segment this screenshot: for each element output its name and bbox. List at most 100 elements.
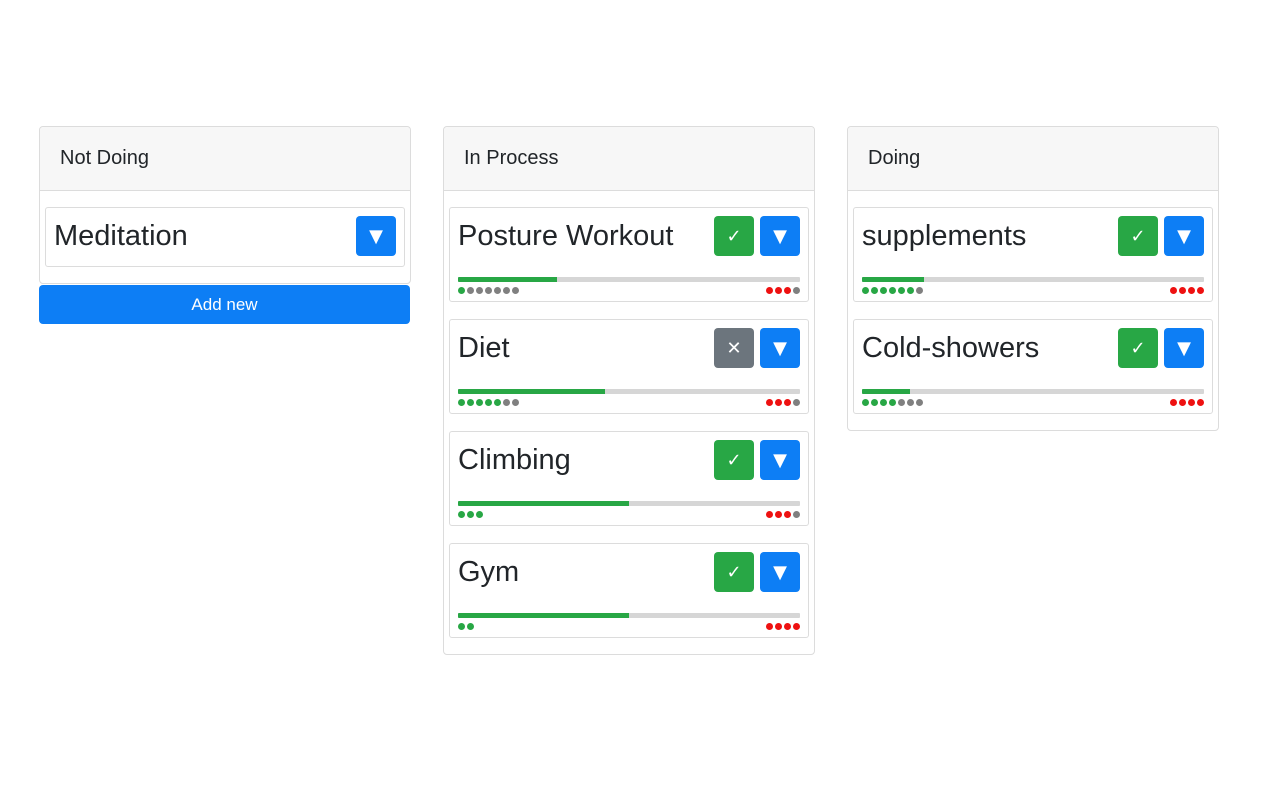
column-header: In Process bbox=[444, 127, 814, 191]
missed-dot bbox=[784, 399, 791, 406]
dropdown-button[interactable]: ▼ bbox=[1164, 216, 1204, 256]
progress-fill bbox=[458, 389, 606, 394]
dropdown-button[interactable]: ▼ bbox=[760, 440, 800, 480]
complete-button[interactable]: ✓ bbox=[714, 552, 754, 592]
done-dot bbox=[476, 511, 483, 518]
habit-title: Diet bbox=[458, 331, 510, 364]
progress-bar bbox=[862, 389, 1204, 394]
progress-fill bbox=[458, 613, 629, 618]
done-dot bbox=[880, 287, 887, 294]
complete-button[interactable]: ✓ bbox=[714, 440, 754, 480]
column-header: Doing bbox=[848, 127, 1218, 191]
progress-fill bbox=[458, 277, 558, 282]
progress-bar bbox=[862, 277, 1204, 282]
miss-dots bbox=[766, 623, 800, 630]
empty-dot bbox=[467, 287, 474, 294]
dropdown-button[interactable]: ▼ bbox=[1164, 328, 1204, 368]
empty-dot bbox=[916, 287, 923, 294]
caret-down-icon: ▼ bbox=[773, 225, 787, 247]
done-dot bbox=[907, 287, 914, 294]
history-dots bbox=[458, 399, 519, 406]
complete-button[interactable]: ✓ bbox=[714, 216, 754, 256]
missed-dot bbox=[1188, 287, 1195, 294]
habit-title: Climbing bbox=[458, 443, 571, 476]
caret-down-icon: ▼ bbox=[1177, 225, 1191, 247]
complete-button[interactable]: ✓ bbox=[1118, 328, 1158, 368]
progress-fill bbox=[862, 389, 910, 394]
card-actions: ✓ ▼ bbox=[714, 552, 800, 592]
card-header: Cold-showers ✓ ▼ bbox=[862, 328, 1204, 368]
done-dot bbox=[880, 399, 887, 406]
missed-dot bbox=[1170, 399, 1177, 406]
empty-dot bbox=[916, 399, 923, 406]
column-not-doing: Not Doing Meditation ▼ bbox=[39, 126, 411, 284]
complete-button[interactable]: ✓ bbox=[1118, 216, 1158, 256]
habit-card: Gym ✓ ▼ bbox=[449, 543, 809, 638]
done-dot bbox=[889, 287, 896, 294]
dropdown-button[interactable]: ▼ bbox=[760, 216, 800, 256]
empty-dot bbox=[898, 399, 905, 406]
progress-bar bbox=[458, 389, 800, 394]
miss-dots bbox=[766, 511, 800, 518]
check-icon: ✓ bbox=[1130, 337, 1146, 359]
habit-title: Cold-showers bbox=[862, 331, 1040, 364]
empty-dot bbox=[793, 511, 800, 518]
progress-bar bbox=[458, 277, 800, 282]
column-body: Posture Workout ✓ ▼ Diet ✕ ▼ Climbing ✓ ▼ Gym ✓ ▼ bbox=[444, 191, 814, 654]
column-in-process: In Process Posture Workout ✓ ▼ Diet ✕ ▼ Climbi… bbox=[443, 126, 815, 655]
habit-title: supplements bbox=[862, 219, 1027, 252]
empty-dot bbox=[494, 287, 501, 294]
habit-card: Meditation ▼ bbox=[45, 207, 405, 267]
habit-title: Meditation bbox=[54, 219, 188, 252]
column-title: In Process bbox=[464, 147, 559, 169]
done-dot bbox=[485, 399, 492, 406]
progress-fill bbox=[862, 277, 924, 282]
streak-indicators bbox=[458, 510, 800, 519]
empty-dot bbox=[512, 399, 519, 406]
done-dot bbox=[467, 399, 474, 406]
card-header: supplements ✓ ▼ bbox=[862, 216, 1204, 256]
missed-dot bbox=[1179, 287, 1186, 294]
dropdown-button[interactable]: ▼ bbox=[760, 328, 800, 368]
done-dot bbox=[898, 287, 905, 294]
missed-dot bbox=[766, 287, 773, 294]
miss-dots bbox=[766, 287, 800, 294]
caret-down-icon: ▼ bbox=[1177, 337, 1191, 359]
caret-down-icon: ▼ bbox=[773, 561, 787, 583]
done-dot bbox=[871, 287, 878, 294]
history-dots bbox=[458, 511, 483, 518]
done-dot bbox=[458, 511, 465, 518]
done-dot bbox=[458, 623, 465, 630]
missed-dot bbox=[775, 623, 782, 630]
missed-dot bbox=[784, 511, 791, 518]
card-header: Gym ✓ ▼ bbox=[458, 552, 800, 592]
streak-indicators bbox=[862, 398, 1204, 407]
done-dot bbox=[889, 399, 896, 406]
caret-down-icon: ▼ bbox=[773, 449, 787, 471]
streak-indicators bbox=[458, 286, 800, 295]
dropdown-button[interactable]: ▼ bbox=[356, 216, 396, 256]
empty-dot bbox=[907, 399, 914, 406]
caret-down-icon: ▼ bbox=[369, 225, 383, 247]
dropdown-button[interactable]: ▼ bbox=[760, 552, 800, 592]
add-new-button[interactable]: Add new bbox=[39, 285, 410, 324]
skip-button[interactable]: ✕ bbox=[714, 328, 754, 368]
check-icon: ✓ bbox=[726, 561, 742, 583]
history-dots bbox=[862, 399, 923, 406]
column-body: supplements ✓ ▼ Cold-showers ✓ ▼ bbox=[848, 191, 1218, 430]
habit-board: Not Doing Meditation ▼ In Process Posture… bbox=[0, 0, 1280, 800]
habit-title: Posture Workout bbox=[458, 219, 674, 252]
card-actions: ✓ ▼ bbox=[714, 440, 800, 480]
check-icon: ✓ bbox=[726, 449, 742, 471]
miss-dots bbox=[1170, 399, 1204, 406]
check-icon: ✓ bbox=[726, 225, 742, 247]
done-dot bbox=[458, 399, 465, 406]
missed-dot bbox=[784, 287, 791, 294]
column-doing: Doing supplements ✓ ▼ Cold-showers ✓ ▼ bbox=[847, 126, 1219, 431]
history-dots bbox=[862, 287, 923, 294]
done-dot bbox=[467, 623, 474, 630]
empty-dot bbox=[476, 287, 483, 294]
missed-dot bbox=[766, 623, 773, 630]
done-dot bbox=[458, 287, 465, 294]
missed-dot bbox=[1188, 399, 1195, 406]
